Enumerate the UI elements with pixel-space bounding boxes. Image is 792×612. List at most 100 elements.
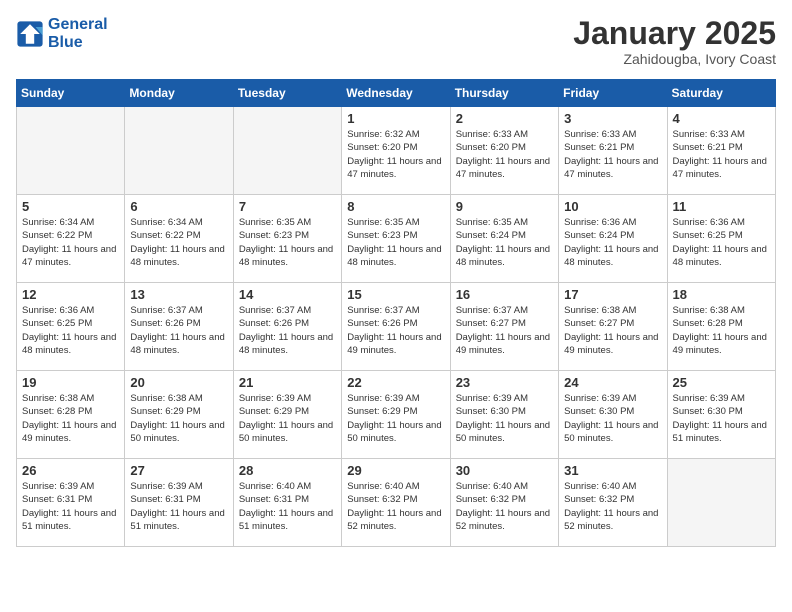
day-number: 11 [673,199,770,214]
day-info: Sunrise: 6:34 AM Sunset: 6:22 PM Dayligh… [130,216,227,269]
day-number: 21 [239,375,336,390]
calendar-week-3: 12Sunrise: 6:36 AM Sunset: 6:25 PM Dayli… [17,283,776,371]
calendar-week-5: 26 Sunrise: 6:39 AM Sunset: 6:31 PM Dayli… [17,459,776,547]
calendar-cell: 7 Sunrise: 6:35 AM Sunset: 6:23 PM Daylig… [233,195,341,283]
calendar-cell: 10 Sunrise: 6:36 AM Sunset: 6:24 PM Dayli… [559,195,667,283]
day-number: 3 [564,111,661,126]
calendar-week-1: 1 Sunrise: 6:32 AM Sunset: 6:20 PM Daylig… [17,107,776,195]
day-info: Sunrise: 6:40 AM Sunset: 6:32 PM Dayligh… [564,480,661,533]
calendar-cell [125,107,233,195]
header-saturday: Saturday [667,80,775,107]
day-info: Sunrise: 6:38 AM Sunset: 6:28 PM Dayligh… [673,304,770,357]
day-info: Sunrise: 6:33 AM Sunset: 6:21 PM Dayligh… [673,128,770,181]
day-number: 9 [456,199,553,214]
calendar-cell: 16Sunrise: 6:37 AM Sunset: 6:27 PM Dayli… [450,283,558,371]
day-number: 30 [456,463,553,478]
logo-icon [16,20,44,48]
day-info: Sunrise: 6:39 AM Sunset: 6:30 PM Dayligh… [456,392,553,445]
day-number: 29 [347,463,444,478]
day-info: Sunrise: 6:35 AM Sunset: 6:23 PM Dayligh… [239,216,336,269]
logo-text: General Blue [48,16,108,51]
calendar-cell: 17 Sunrise: 6:38 AM Sunset: 6:27 PM Dayli… [559,283,667,371]
calendar-cell: 26 Sunrise: 6:39 AM Sunset: 6:31 PM Dayli… [17,459,125,547]
header-thursday: Thursday [450,80,558,107]
calendar-cell: 8 Sunrise: 6:35 AM Sunset: 6:23 PM Daylig… [342,195,450,283]
header-tuesday: Tuesday [233,80,341,107]
calendar-cell: 3Sunrise: 6:33 AM Sunset: 6:21 PM Daylig… [559,107,667,195]
day-number: 27 [130,463,227,478]
day-number: 1 [347,111,444,126]
day-number: 12 [22,287,119,302]
day-number: 25 [673,375,770,390]
day-info: Sunrise: 6:37 AM Sunset: 6:26 PM Dayligh… [347,304,444,357]
day-number: 13 [130,287,227,302]
calendar-cell: 5 Sunrise: 6:34 AM Sunset: 6:22 PM Daylig… [17,195,125,283]
day-number: 17 [564,287,661,302]
day-info: Sunrise: 6:32 AM Sunset: 6:20 PM Dayligh… [347,128,444,181]
calendar-subtitle: Zahidougba, Ivory Coast [573,51,776,67]
day-number: 28 [239,463,336,478]
calendar-cell: 2 Sunrise: 6:33 AM Sunset: 6:20 PM Daylig… [450,107,558,195]
day-info: Sunrise: 6:36 AM Sunset: 6:24 PM Dayligh… [564,216,661,269]
calendar-cell: 30 Sunrise: 6:40 AM Sunset: 6:32 PM Dayli… [450,459,558,547]
calendar-cell: 27 Sunrise: 6:39 AM Sunset: 6:31 PM Dayli… [125,459,233,547]
day-number: 26 [22,463,119,478]
calendar-cell [233,107,341,195]
day-number: 5 [22,199,119,214]
calendar-cell: 21 Sunrise: 6:39 AM Sunset: 6:29 PM Dayli… [233,371,341,459]
calendar-cell: 4Sunrise: 6:33 AM Sunset: 6:21 PM Daylig… [667,107,775,195]
calendar-cell: 1 Sunrise: 6:32 AM Sunset: 6:20 PM Daylig… [342,107,450,195]
calendar-cell: 13Sunrise: 6:37 AM Sunset: 6:26 PM Dayli… [125,283,233,371]
calendar-cell: 20Sunrise: 6:38 AM Sunset: 6:29 PM Dayli… [125,371,233,459]
header-monday: Monday [125,80,233,107]
day-number: 6 [130,199,227,214]
day-info: Sunrise: 6:40 AM Sunset: 6:31 PM Dayligh… [239,480,336,533]
calendar-cell: 19 Sunrise: 6:38 AM Sunset: 6:28 PM Dayli… [17,371,125,459]
title-block: January 2025 Zahidougba, Ivory Coast [573,16,776,67]
calendar-cell [667,459,775,547]
day-info: Sunrise: 6:39 AM Sunset: 6:29 PM Dayligh… [239,392,336,445]
day-info: Sunrise: 6:39 AM Sunset: 6:31 PM Dayligh… [22,480,119,533]
day-number: 10 [564,199,661,214]
calendar-table: SundayMondayTuesdayWednesdayThursdayFrid… [16,79,776,547]
day-info: Sunrise: 6:39 AM Sunset: 6:30 PM Dayligh… [564,392,661,445]
calendar-cell: 12Sunrise: 6:36 AM Sunset: 6:25 PM Dayli… [17,283,125,371]
calendar-cell: 9 Sunrise: 6:35 AM Sunset: 6:24 PM Daylig… [450,195,558,283]
day-number: 22 [347,375,444,390]
logo: General Blue [16,16,108,51]
day-number: 16 [456,287,553,302]
calendar-cell: 18 Sunrise: 6:38 AM Sunset: 6:28 PM Dayli… [667,283,775,371]
day-info: Sunrise: 6:37 AM Sunset: 6:26 PM Dayligh… [239,304,336,357]
day-info: Sunrise: 6:38 AM Sunset: 6:28 PM Dayligh… [22,392,119,445]
calendar-cell: 11 Sunrise: 6:36 AM Sunset: 6:25 PM Dayli… [667,195,775,283]
day-info: Sunrise: 6:40 AM Sunset: 6:32 PM Dayligh… [347,480,444,533]
day-number: 31 [564,463,661,478]
day-number: 7 [239,199,336,214]
day-number: 23 [456,375,553,390]
day-info: Sunrise: 6:34 AM Sunset: 6:22 PM Dayligh… [22,216,119,269]
day-info: Sunrise: 6:39 AM Sunset: 6:31 PM Dayligh… [130,480,227,533]
day-info: Sunrise: 6:35 AM Sunset: 6:23 PM Dayligh… [347,216,444,269]
calendar-cell: 31 Sunrise: 6:40 AM Sunset: 6:32 PM Dayli… [559,459,667,547]
day-number: 8 [347,199,444,214]
day-number: 24 [564,375,661,390]
calendar-cell: 29 Sunrise: 6:40 AM Sunset: 6:32 PM Dayli… [342,459,450,547]
day-info: Sunrise: 6:36 AM Sunset: 6:25 PM Dayligh… [673,216,770,269]
day-info: Sunrise: 6:33 AM Sunset: 6:20 PM Dayligh… [456,128,553,181]
day-number: 2 [456,111,553,126]
day-info: Sunrise: 6:35 AM Sunset: 6:24 PM Dayligh… [456,216,553,269]
calendar-cell: 25Sunrise: 6:39 AM Sunset: 6:30 PM Dayli… [667,371,775,459]
day-number: 19 [22,375,119,390]
calendar-cell: 28 Sunrise: 6:40 AM Sunset: 6:31 PM Dayli… [233,459,341,547]
calendar-week-2: 5 Sunrise: 6:34 AM Sunset: 6:22 PM Daylig… [17,195,776,283]
calendar-cell: 14Sunrise: 6:37 AM Sunset: 6:26 PM Dayli… [233,283,341,371]
day-number: 15 [347,287,444,302]
calendar-header-row: SundayMondayTuesdayWednesdayThursdayFrid… [17,80,776,107]
day-number: 18 [673,287,770,302]
calendar-cell: 24 Sunrise: 6:39 AM Sunset: 6:30 PM Dayli… [559,371,667,459]
day-info: Sunrise: 6:40 AM Sunset: 6:32 PM Dayligh… [456,480,553,533]
day-info: Sunrise: 6:38 AM Sunset: 6:27 PM Dayligh… [564,304,661,357]
day-number: 20 [130,375,227,390]
calendar-cell: 23 Sunrise: 6:39 AM Sunset: 6:30 PM Dayli… [450,371,558,459]
day-info: Sunrise: 6:39 AM Sunset: 6:29 PM Dayligh… [347,392,444,445]
